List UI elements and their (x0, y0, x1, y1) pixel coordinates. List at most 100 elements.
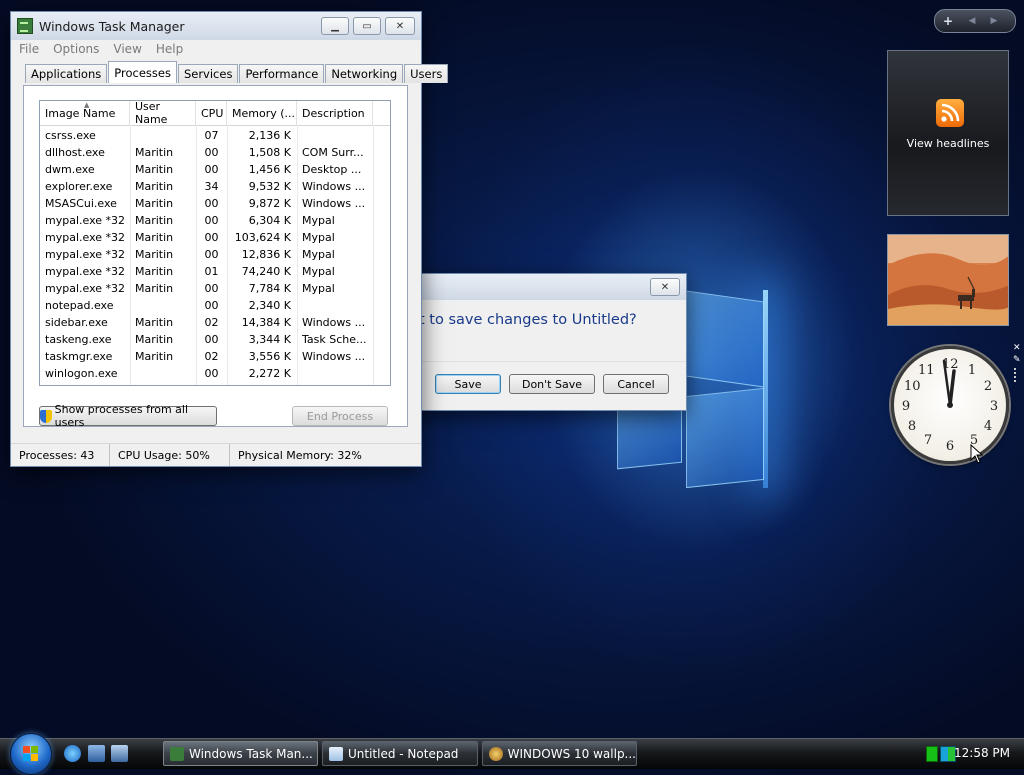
tray-clock[interactable]: 12:58 PM (954, 746, 1010, 760)
cpu-cell: 01 (204, 265, 219, 278)
process-row[interactable]: mypal.exe *32 Maritin 01 74,240 K Mypal (40, 263, 390, 280)
minimize-button[interactable]: ▁ (321, 17, 349, 35)
network-tray-icon[interactable] (926, 746, 938, 762)
process-row[interactable]: mypal.exe *32 Maritin 00 12,836 K Mypal (40, 246, 390, 263)
notepad-save-dialog: ✕ t to save changes to Untitled? Save Do… (380, 273, 687, 411)
process-row[interactable]: taskeng.exe Maritin 00 3,344 K Task Sche... (40, 331, 390, 348)
user-name-cell: Maritin (135, 350, 174, 363)
clock-gadget[interactable]: 12 1 2 3 4 5 6 7 8 9 10 11 (887, 342, 1009, 464)
sidebar-controls: + ◀ ▶ (934, 9, 1016, 33)
status-processes: Processes: 43 (11, 444, 110, 466)
save-button[interactable]: Save (435, 374, 501, 394)
process-name-cell: taskmgr.exe (45, 350, 113, 363)
desert-dunes-image (888, 235, 1008, 325)
gadget-drag-handle-icon[interactable] (1014, 368, 1021, 382)
taskbar-button-wallpaper[interactable]: WINDOWS 10 wallp... (482, 741, 637, 766)
status-physical-memory: Physical Memory: 32% (238, 448, 362, 462)
gadget-close-icon[interactable]: ✕ (1013, 343, 1021, 353)
description-cell: Windows ... (302, 316, 366, 329)
process-row[interactable]: dwm.exe Maritin 00 1,456 K Desktop ... (40, 161, 390, 178)
end-process-button[interactable]: End Process (292, 406, 388, 426)
tab-performance[interactable]: Performance (239, 64, 325, 83)
column-user-name[interactable]: User Name (130, 101, 196, 126)
add-gadget-button[interactable]: + (935, 14, 961, 28)
menu-view[interactable]: View (113, 42, 141, 56)
next-page-icon[interactable]: ▶ (983, 16, 1005, 26)
process-row[interactable]: csrss.exe 07 2,136 K (40, 127, 390, 144)
taskbar-button-notepad[interactable]: Untitled - Notepad (322, 741, 478, 766)
internet-explorer-icon[interactable] (64, 745, 81, 762)
feed-headlines-gadget[interactable]: View headlines (887, 50, 1009, 216)
notepad-icon (329, 746, 343, 761)
process-row[interactable]: sidebar.exe Maritin 02 14,384 K Windows ... (40, 314, 390, 331)
description-cell: Windows ... (302, 350, 366, 363)
memory-cell: 2,272 K (248, 367, 291, 380)
user-name-cell: Maritin (135, 265, 174, 278)
column-divider (130, 125, 131, 385)
process-name-cell: mypal.exe *32 (45, 282, 126, 295)
task-manager-icon (170, 746, 184, 761)
column-description[interactable]: Description (297, 101, 373, 125)
dialog-close-button[interactable]: ✕ (650, 278, 680, 296)
minimize-icon: ▁ (331, 20, 339, 32)
dont-save-button[interactable]: Don't Save (509, 374, 595, 394)
tab-applications[interactable]: Applications (25, 64, 108, 83)
memory-cell: 9,872 K (248, 197, 291, 210)
process-row[interactable]: taskmgr.exe Maritin 02 3,556 K Windows ... (40, 348, 390, 365)
cpu-cell: 00 (204, 146, 219, 159)
memory-cell: 74,240 K (241, 265, 291, 278)
tab-users[interactable]: Users (404, 64, 449, 83)
memory-cell: 7,784 K (248, 282, 291, 295)
description-cell: Mypal (302, 214, 335, 227)
maximize-icon: ▭ (362, 20, 372, 32)
process-row[interactable]: dllhost.exe Maritin 00 1,508 K COM Surr... (40, 144, 390, 161)
user-name-cell: Maritin (135, 333, 174, 346)
cpu-cell: 00 (204, 367, 219, 380)
task-manager-titlebar[interactable]: Windows Task Manager ▁ ▭ ✕ (11, 12, 421, 40)
process-name-cell: sidebar.exe (45, 316, 108, 329)
switch-windows-icon[interactable] (111, 745, 128, 762)
previous-page-icon[interactable]: ◀ (961, 16, 983, 26)
menu-options[interactable]: Options (53, 42, 99, 56)
rss-icon (936, 99, 964, 127)
process-name-cell: dllhost.exe (45, 146, 105, 159)
slideshow-gadget[interactable] (887, 234, 1009, 326)
menu-file[interactable]: File (19, 42, 39, 56)
maximize-button[interactable]: ▭ (353, 17, 381, 35)
process-name-cell: taskeng.exe (45, 333, 112, 346)
processes-panel: ▲ Image Name User Name CPU Memory (... D… (23, 85, 408, 429)
process-row[interactable]: mypal.exe *32 Maritin 00 7,784 K Mypal (40, 280, 390, 297)
wallpaper-pane-lower-right (686, 387, 764, 489)
menu-help[interactable]: Help (156, 42, 183, 56)
process-row[interactable]: winlogon.exe 00 2,272 K (40, 365, 390, 382)
process-name-cell: notepad.exe (45, 299, 114, 312)
process-row[interactable]: explorer.exe Maritin 34 9,532 K Windows ... (40, 178, 390, 195)
process-list[interactable]: ▲ Image Name User Name CPU Memory (... D… (39, 100, 391, 386)
process-name-cell: winlogon.exe (45, 367, 118, 380)
gadget-options-icon[interactable]: ✎ (1013, 355, 1021, 365)
user-name-cell: Maritin (135, 146, 174, 159)
tab-networking[interactable]: Networking (325, 64, 404, 83)
cancel-button[interactable]: Cancel (603, 374, 669, 394)
column-cpu[interactable]: CPU (196, 101, 227, 125)
column-image-name[interactable]: ▲ Image Name (40, 101, 130, 125)
user-name-cell: Maritin (135, 180, 174, 193)
show-all-processes-button[interactable]: Show processes from all users (39, 403, 217, 429)
start-button[interactable] (10, 733, 52, 775)
tab-processes[interactable]: Processes (108, 61, 177, 83)
taskbar-button-task-manager[interactable]: Windows Task Man... (163, 741, 318, 766)
process-row[interactable]: MSASCui.exe Maritin 00 9,872 K Windows ... (40, 195, 390, 212)
process-row[interactable]: notepad.exe 00 2,340 K (40, 297, 390, 314)
user-name-cell: Maritin (135, 163, 174, 176)
close-icon: ✕ (395, 20, 405, 32)
column-memory[interactable]: Memory (... (227, 101, 297, 125)
status-cpu-usage: CPU Usage: 50% (110, 444, 230, 466)
description-cell: Desktop ... (302, 163, 362, 176)
process-row[interactable]: mypal.exe *32 Maritin 00 6,304 K Mypal (40, 212, 390, 229)
clock-hands (942, 359, 956, 408)
view-headlines-link[interactable]: View headlines (888, 137, 1008, 150)
tab-services[interactable]: Services (177, 64, 239, 83)
close-button[interactable]: ✕ (385, 17, 415, 35)
show-desktop-icon[interactable] (88, 745, 105, 762)
process-row[interactable]: mypal.exe *32 Maritin 00 103,624 K Mypal (40, 229, 390, 246)
